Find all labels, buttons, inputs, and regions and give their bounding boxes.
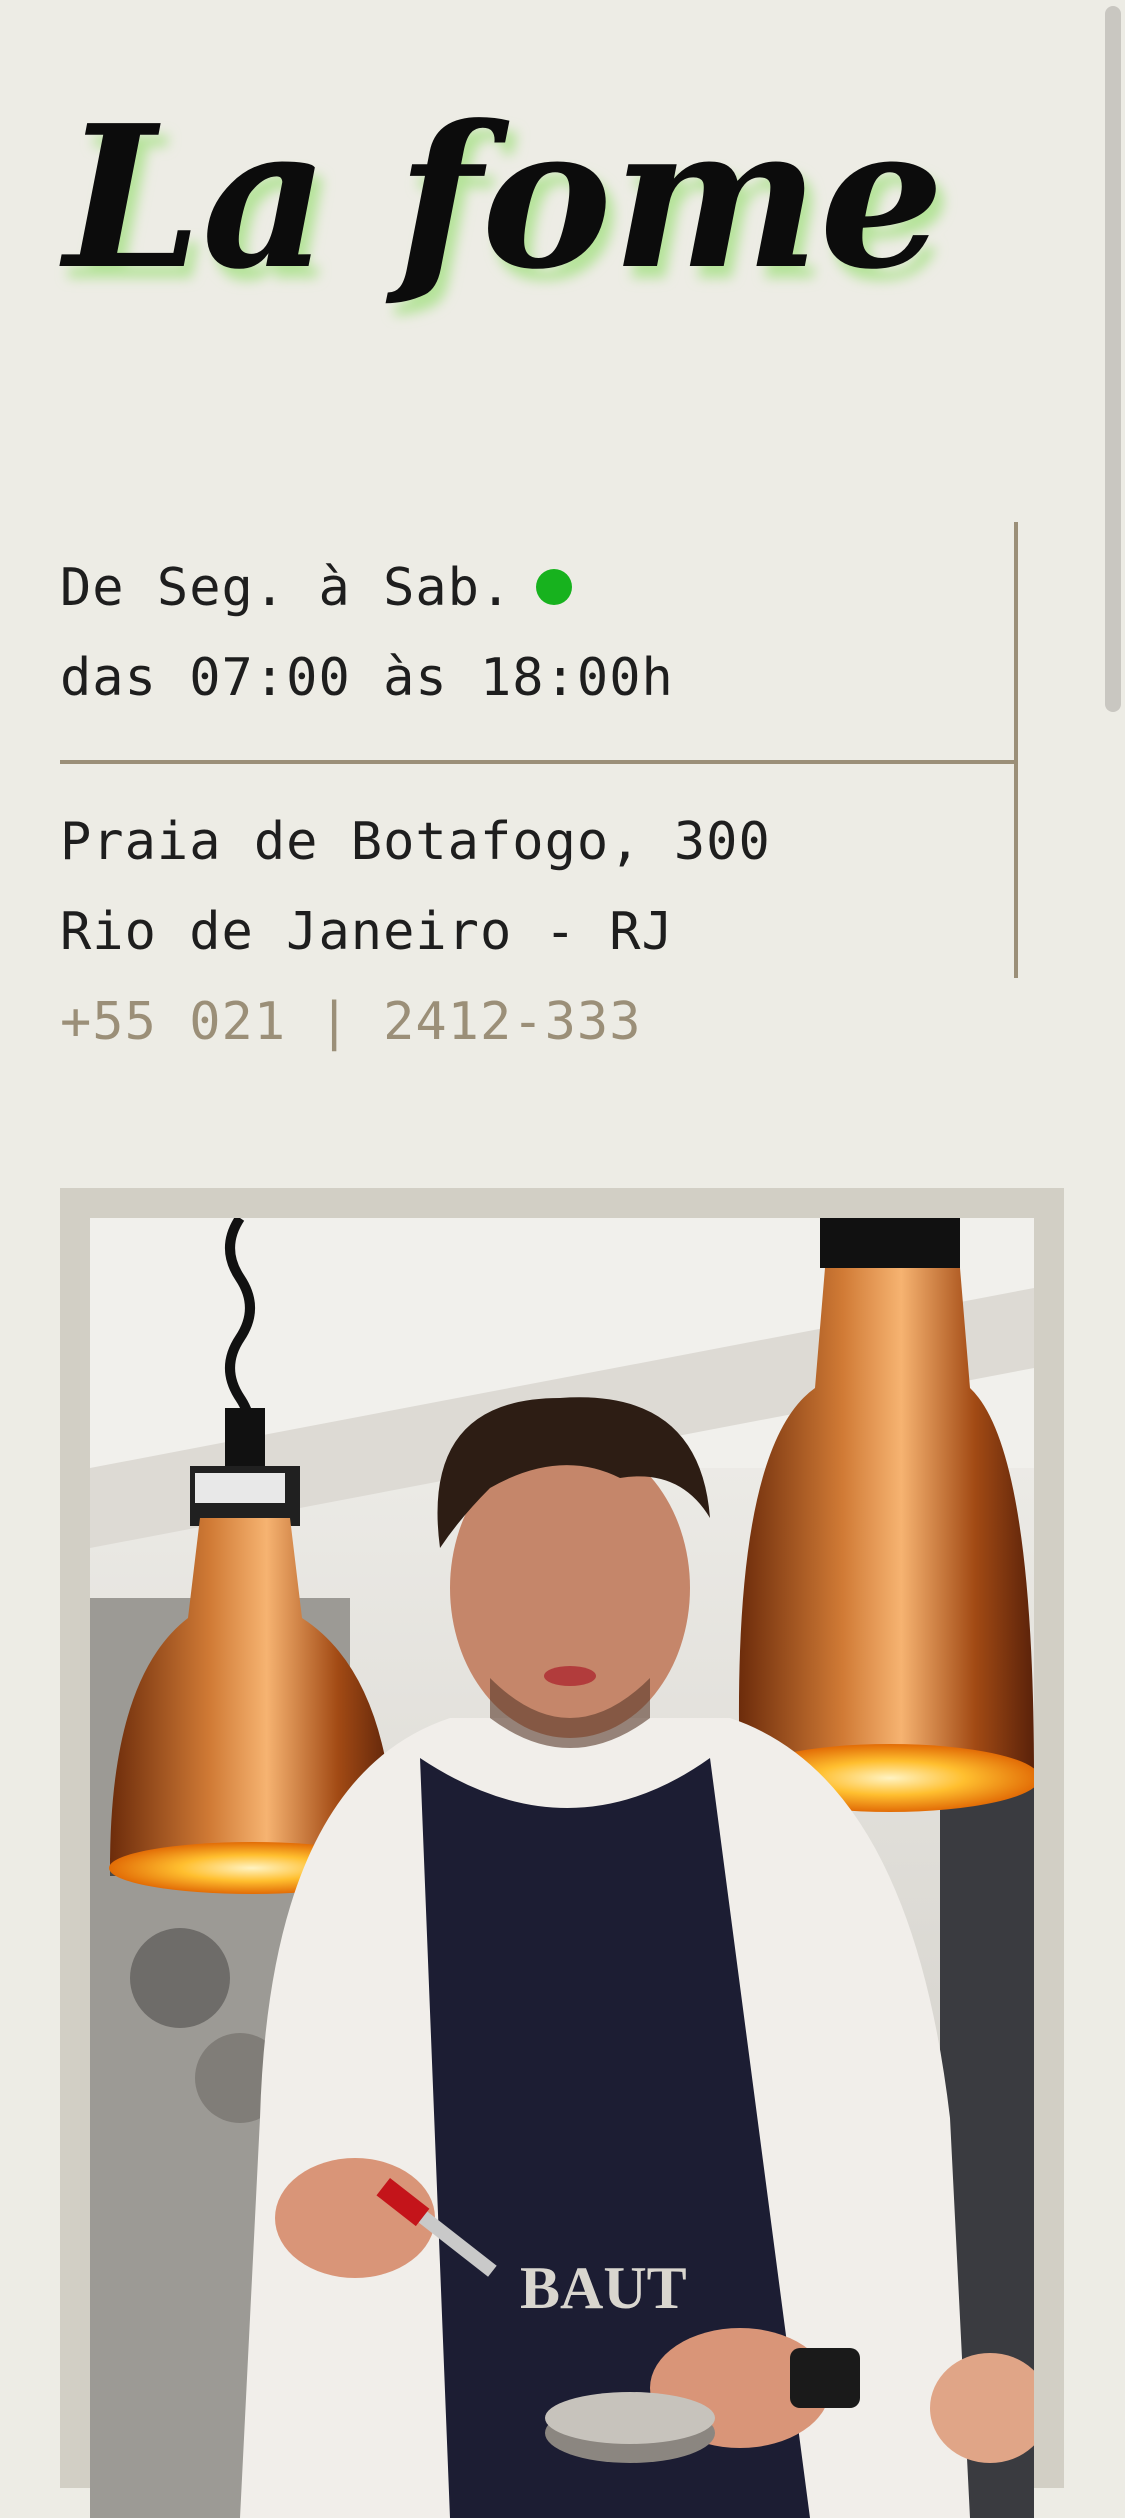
address-city: Rio de Janeiro - RJ [60, 902, 674, 962]
phone-number[interactable]: +55 021 | 2412-333 [60, 992, 642, 1052]
opening-days: De Seg. à Sab. [60, 558, 573, 618]
logo-wordmark: La fome [59, 83, 944, 313]
info-block: De Seg. à Sab. das 07:00 às 18:00h Praia… [60, 522, 1018, 978]
scrollbar-thumb[interactable] [1105, 6, 1121, 712]
vertical-divider [1014, 522, 1018, 978]
address-street: Praia de Botafogo, 300 [60, 812, 771, 872]
chef-photo-illustration: BAUT [90, 1218, 1034, 2518]
horizontal-divider [60, 760, 1018, 764]
photo-frame: BAUT [60, 1188, 1064, 2518]
opening-hours: das 07:00 às 18:00h [60, 648, 674, 708]
scrollbar[interactable] [1100, 0, 1125, 2436]
svg-text:BAUT: BAUT [520, 2255, 687, 2321]
page: La fome La fome De Seg. à Sab. das 07:00… [0, 0, 1100, 2518]
logo-graphic: La fome La fome [59, 83, 952, 325]
brand-logo[interactable]: La fome La fome [59, 60, 952, 325]
chef-photo: BAUT [90, 1218, 1034, 2518]
open-status-dot [536, 569, 573, 605]
opening-days-text: De Seg. à Sab. [60, 558, 513, 618]
